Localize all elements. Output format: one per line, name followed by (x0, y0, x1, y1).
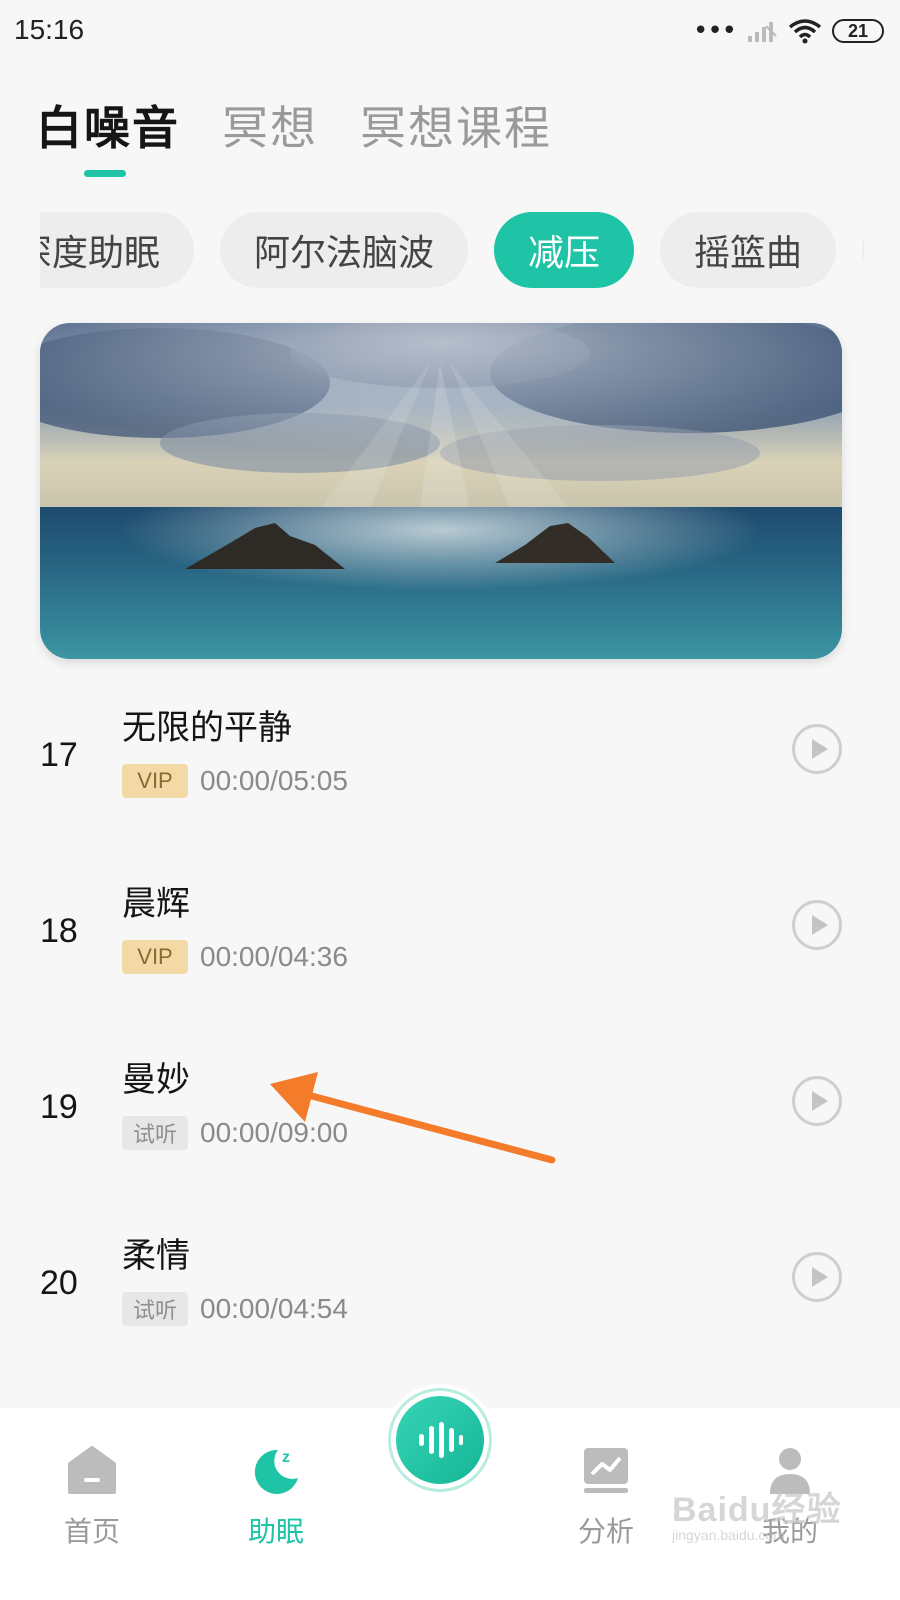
home-icon (68, 1446, 116, 1494)
play-icon[interactable] (792, 1252, 842, 1302)
watermark-main: Baidu经验 (672, 1491, 842, 1529)
sound-wave-icon (419, 1422, 463, 1458)
chip-deep-sleep[interactable]: 深度助眠 (40, 212, 195, 288)
track-number: 19 (40, 1088, 78, 1126)
track-number: 18 (40, 912, 78, 950)
track-title: 晨辉 (122, 884, 190, 924)
nav-home-label: 首页 (63, 1515, 120, 1548)
watermark: Baidu经验 jingyan.baidu.com (672, 1482, 841, 1543)
tab-meditation[interactable]: 冥想 (222, 92, 318, 158)
chart-icon (584, 1448, 628, 1493)
wifi-icon (788, 19, 822, 44)
trial-badge: 试听 (122, 1116, 188, 1150)
svg-text:z: z (282, 1449, 290, 1466)
vip-badge: VIP (122, 764, 188, 798)
track-title: 柔情 (122, 1236, 190, 1276)
active-tab-indicator (84, 170, 126, 177)
nav-sleep-label: 助眠 (247, 1515, 304, 1548)
list-item[interactable]: 18 晨辉 VIP 00:00/04:36 (0, 876, 900, 1026)
top-tabs: 白噪音 冥想 冥想课程 (36, 92, 552, 158)
player-button-ring (388, 1388, 492, 1492)
banner-image[interactable] (40, 323, 842, 659)
track-time: 00:00/09:00 (200, 1117, 348, 1148)
tab-white-noise[interactable]: 白噪音 (36, 92, 180, 158)
battery-icon: 21 (832, 19, 884, 43)
moon-icon: z (254, 1449, 298, 1494)
player-button-core (396, 1396, 484, 1484)
list-item[interactable]: 20 柔情 试听 00:00/04:54 (0, 1228, 900, 1378)
more-dots-icon: ••• (692, 16, 737, 46)
nav-analysis-label: 分析 (577, 1515, 634, 1548)
white-noise-player-button[interactable] (384, 1384, 496, 1496)
chip-more[interactable] (862, 212, 864, 288)
tab-meditation-course[interactable]: 冥想课程 (360, 92, 552, 158)
track-number: 20 (40, 1264, 78, 1302)
chip-stress-relief[interactable]: 减压 (494, 212, 635, 288)
list-item[interactable]: 17 无限的平静 VIP 00:00/05:05 (0, 700, 900, 850)
chip-alpha-waves[interactable]: 阿尔法脑波 (220, 212, 469, 288)
play-icon[interactable] (792, 724, 842, 774)
track-time: 00:00/04:36 (200, 941, 348, 972)
nav-sleep[interactable]: z 助眠 (206, 1408, 346, 1600)
track-time: 00:00/05:05 (200, 765, 348, 796)
nav-analysis[interactable]: 分析 (536, 1408, 676, 1600)
track-title: 曼妙 (122, 1060, 190, 1100)
chips-track: 深度助眠 阿尔法脑波 减压 摇篮曲 (40, 212, 864, 288)
status-time: 15:16 (14, 14, 85, 45)
nav-home[interactable]: 首页 (22, 1408, 162, 1600)
track-number: 17 (40, 736, 78, 774)
category-chips: 深度助眠 阿尔法脑波 减压 摇篮曲 (40, 212, 864, 288)
ocean-scene-illustration (40, 323, 842, 659)
status-icons: ••• 21 (693, 16, 884, 46)
vip-badge: VIP (122, 940, 188, 974)
list-item[interactable]: 19 曼妙 试听 00:00/09:00 (0, 1052, 900, 1202)
play-icon[interactable] (792, 900, 842, 950)
track-time: 00:00/04:54 (200, 1293, 348, 1324)
trial-badge: 试听 (122, 1292, 188, 1326)
track-title: 无限的平静 (122, 708, 292, 748)
status-bar: 15:16 ••• 21 (0, 0, 900, 64)
cell-signal-icon (748, 22, 777, 42)
play-icon[interactable] (792, 1076, 842, 1126)
chip-lullaby[interactable]: 摇篮曲 (660, 212, 837, 288)
